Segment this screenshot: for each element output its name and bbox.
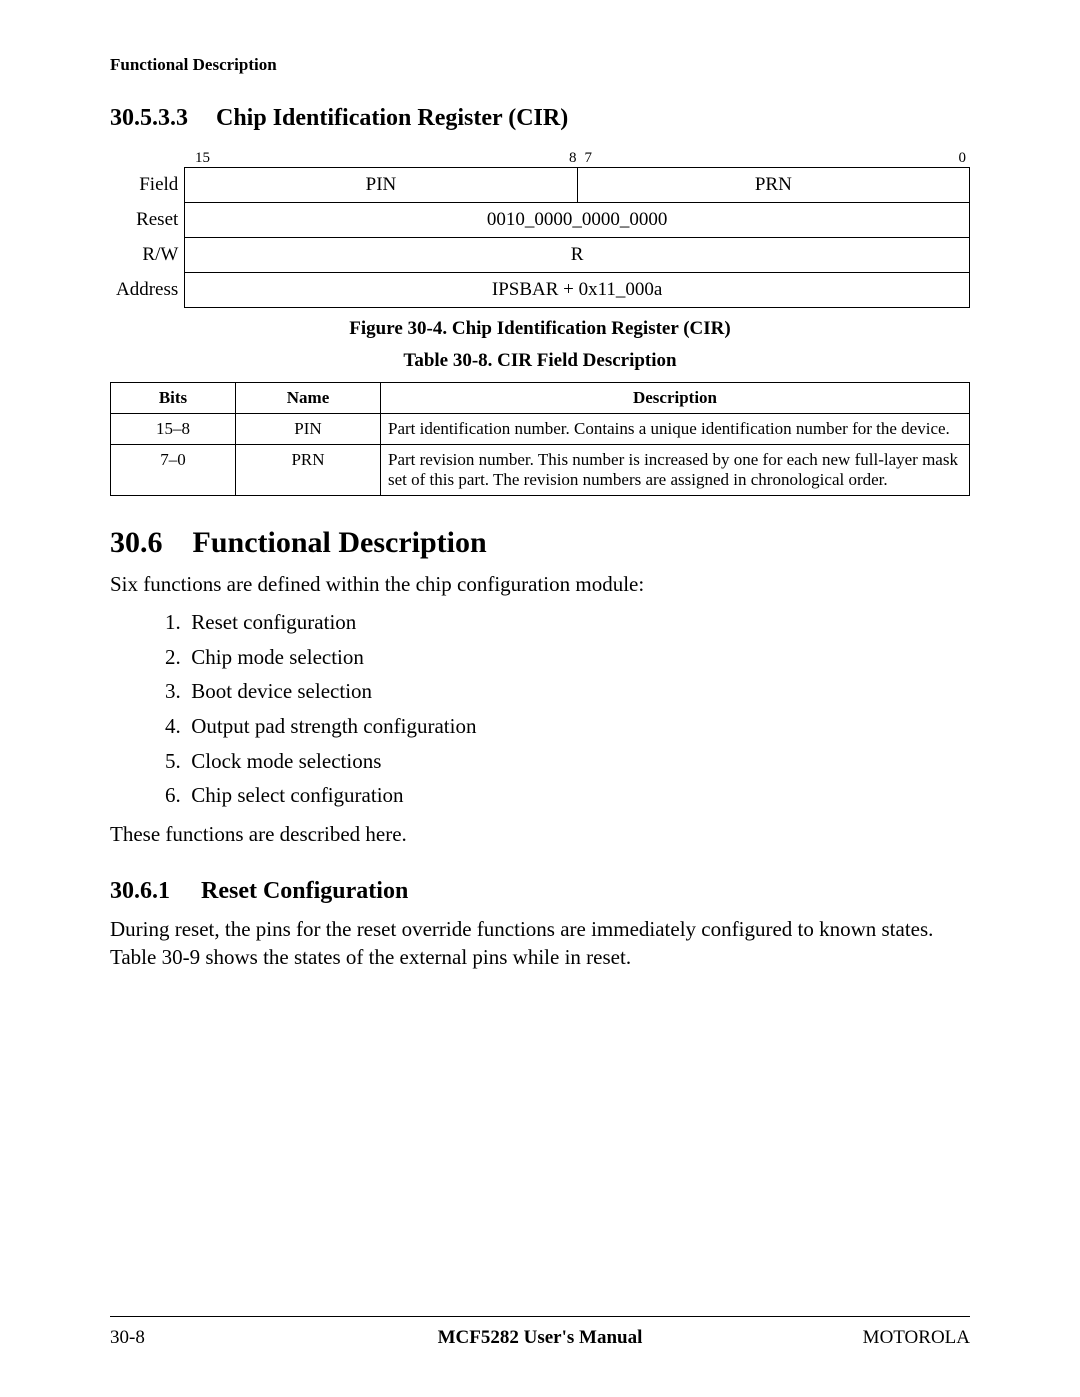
register-row-rw: R/W R <box>110 238 970 273</box>
col-header-desc: Description <box>381 383 970 414</box>
figure-caption: Figure 30-4. Chip Identification Registe… <box>110 318 970 340</box>
col-header-name: Name <box>236 383 381 414</box>
section-number: 30.6 <box>110 526 185 560</box>
cell-desc: Part revision number. This number is inc… <box>381 445 970 496</box>
cell-bits: 7–0 <box>111 445 236 496</box>
section-number: 30.6.1 <box>110 878 195 905</box>
list-item: 5. Clock mode selections <box>165 745 970 778</box>
manual-title: MCF5282 User's Manual <box>110 1327 970 1349</box>
paragraph: These functions are described here. <box>110 820 970 848</box>
register-field-hi: PIN <box>185 168 577 203</box>
cell-name: PIN <box>236 414 381 445</box>
col-header-bits: Bits <box>111 383 236 414</box>
page-footer: 30-8 MCF5282 User's Manual MOTOROLA <box>110 1327 970 1349</box>
cell-desc: Part identification number. Contains a u… <box>381 414 970 445</box>
register-rw-value: R <box>185 238 970 273</box>
running-header: Functional Description <box>110 55 970 75</box>
table-header-row: Bits Name Description <box>111 383 970 414</box>
cell-name: PRN <box>236 445 381 496</box>
list-item: 1. Reset configuration <box>165 606 970 639</box>
footer-rule <box>110 1316 970 1317</box>
register-row-address: Address IPSBAR + 0x11_000a <box>110 273 970 308</box>
list-item: 6. Chip select configuration <box>165 779 970 812</box>
bit-label: 7 <box>581 150 597 167</box>
bit-label: 8 <box>565 150 581 167</box>
section-title: Reset Configuration <box>201 878 408 904</box>
numbered-list: 1. Reset configuration 2. Chip mode sele… <box>165 606 970 811</box>
table-row: 7–0 PRN Part revision number. This numbe… <box>111 445 970 496</box>
register-row-reset: Reset 0010_0000_0000_0000 <box>110 203 970 238</box>
bit-label: 0 <box>955 150 971 167</box>
list-item: 4. Output pad strength configuration <box>165 710 970 743</box>
page: Functional Description 30.5.3.3 Chip Ide… <box>0 0 1080 1397</box>
section-title: Chip Identification Register (CIR) <box>216 105 568 131</box>
field-description-table: Bits Name Description 15–8 PIN Part iden… <box>110 382 970 496</box>
row-label: R/W <box>110 238 185 273</box>
cell-bits: 15–8 <box>111 414 236 445</box>
list-item: 2. Chip mode selection <box>165 641 970 674</box>
paragraph: During reset, the pins for the reset ove… <box>110 915 970 972</box>
row-label: Field <box>110 168 185 203</box>
table-caption: Table 30-8. CIR Field Description <box>110 350 970 372</box>
register-diagram: 15 8 7 0 Field PIN PRN Reset 0010_0000_0… <box>110 150 970 308</box>
row-label: Address <box>110 273 185 308</box>
section-heading-cir: 30.5.3.3 Chip Identification Register (C… <box>110 105 970 132</box>
page-number: 30-8 <box>110 1327 145 1349</box>
register-reset-value: 0010_0000_0000_0000 <box>185 203 970 238</box>
row-label: Reset <box>110 203 185 238</box>
register-address-value: IPSBAR + 0x11_000a <box>185 273 970 308</box>
section-heading-functional-description: 30.6 Functional Description <box>110 526 970 560</box>
paragraph: Six functions are defined within the chi… <box>110 570 970 598</box>
register-bit-labels: 15 8 7 0 <box>110 150 970 167</box>
list-item: 3. Boot device selection <box>165 675 970 708</box>
register-field-lo: PRN <box>577 168 969 203</box>
section-title: Functional Description <box>193 526 487 559</box>
section-number: 30.5.3.3 <box>110 105 210 132</box>
table-row: 15–8 PIN Part identification number. Con… <box>111 414 970 445</box>
section-heading-reset-configuration: 30.6.1 Reset Configuration <box>110 878 970 905</box>
vendor-name: MOTOROLA <box>863 1327 970 1349</box>
register-row-field: Field PIN PRN <box>110 168 970 203</box>
register-table: Field PIN PRN Reset 0010_0000_0000_0000 … <box>110 167 970 308</box>
bit-label: 15 <box>191 150 214 167</box>
